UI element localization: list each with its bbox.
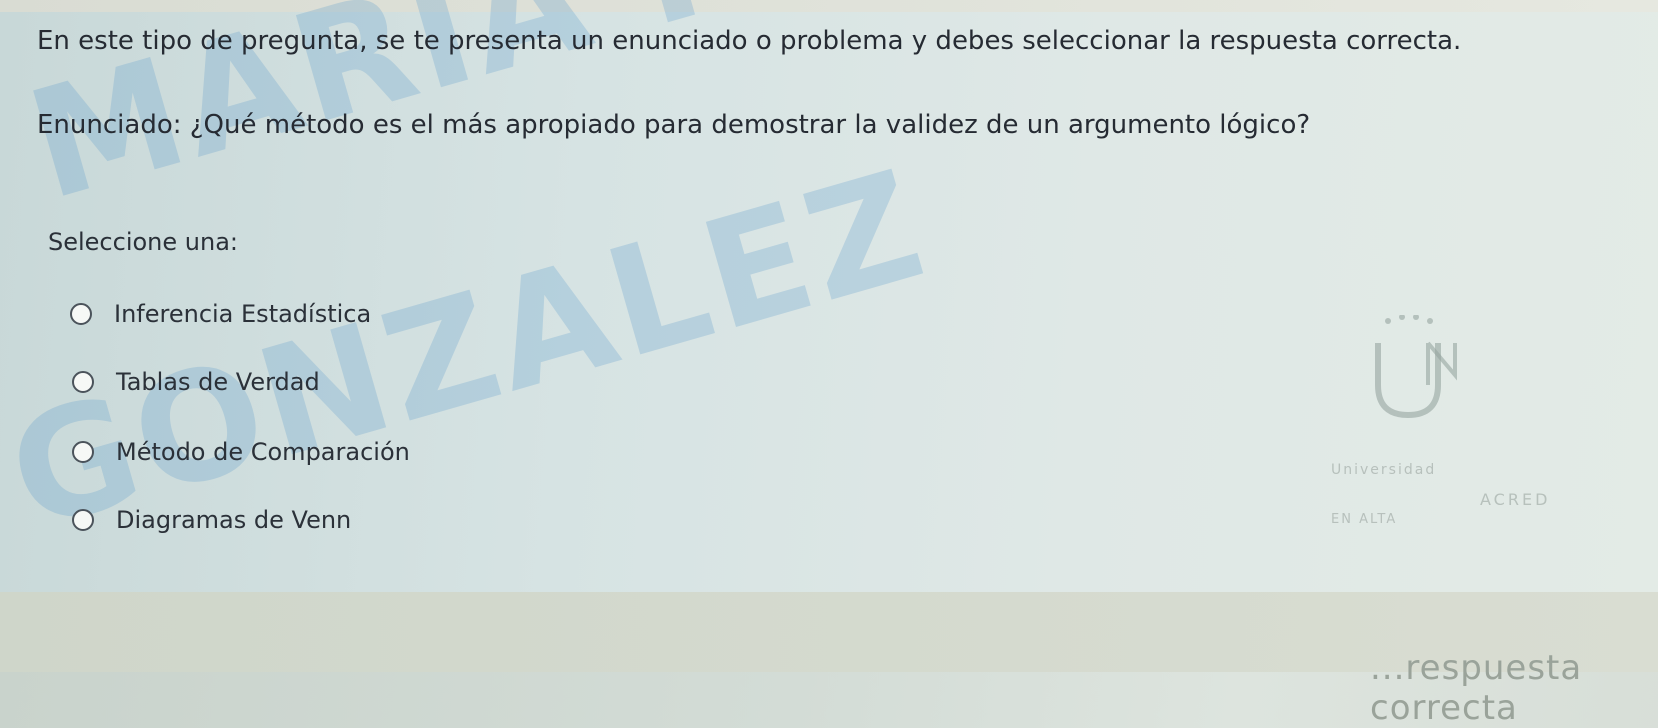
- question-instruction: En este tipo de pregunta, se te presenta…: [37, 26, 1462, 56]
- answer-option-label: Tablas de Verdad: [116, 368, 320, 396]
- logo-word-accredited: ACRED: [1480, 490, 1551, 509]
- answer-option-label: Diagramas de Venn: [116, 506, 352, 534]
- radio-button[interactable]: [72, 509, 94, 531]
- logo-word-university: Universidad: [1331, 462, 1437, 478]
- answer-option-diagramas-de-venn[interactable]: Diagramas de Venn: [72, 502, 351, 538]
- logo-word-high: EN ALTA: [1331, 512, 1398, 527]
- radio-button[interactable]: [72, 441, 94, 463]
- answer-option-inferencia-estadistica[interactable]: Inferencia Estadística: [70, 296, 371, 332]
- answer-option-metodo-de-comparacion[interactable]: Método de Comparación: [72, 434, 410, 470]
- footer-partial-text: ...respuesta correcta: [1370, 648, 1583, 728]
- select-one-label: Seleccione una:: [48, 228, 238, 256]
- question-statement: Enunciado: ¿Qué método es el más apropia…: [37, 110, 1311, 140]
- top-strip: [0, 0, 1658, 12]
- radio-button[interactable]: [70, 303, 92, 325]
- university-logo-icon: [1375, 315, 1457, 419]
- answer-option-tablas-de-verdad[interactable]: Tablas de Verdad: [72, 364, 320, 400]
- university-logo: Universidad ACRED EN ALTA: [1330, 300, 1630, 550]
- answer-option-label: Método de Comparación: [116, 438, 410, 466]
- radio-button[interactable]: [72, 371, 94, 393]
- answer-option-label: Inferencia Estadística: [114, 300, 372, 328]
